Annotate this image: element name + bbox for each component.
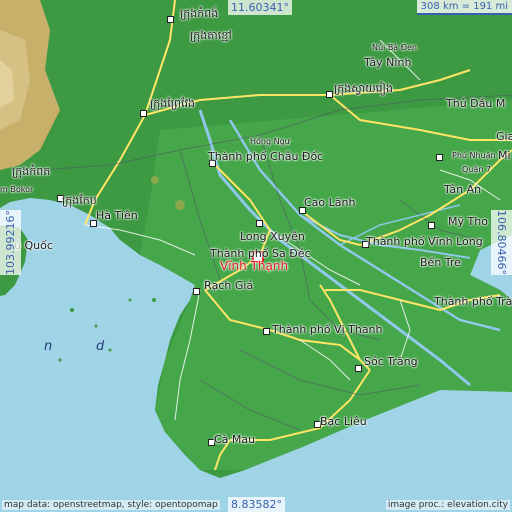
town-marker[interactable] bbox=[326, 91, 333, 98]
coord-top: 11.60341° bbox=[228, 0, 292, 15]
place-label: Bến Tre bbox=[420, 256, 461, 269]
place-label: Mỹ Tho bbox=[448, 215, 488, 228]
place-label: Thành phố Sa Đéc bbox=[210, 247, 311, 260]
place-label: m Bokor bbox=[0, 185, 34, 194]
place-label: Thành phố Vĩnh Long bbox=[366, 235, 483, 248]
highlight-label: Vĩnh Thạnh bbox=[220, 259, 289, 273]
place-label: ក្រុងស្វាយរៀង bbox=[334, 82, 393, 95]
place-label: Thành phố Vị Thanh bbox=[272, 323, 383, 336]
place-label: Long Xuyên bbox=[240, 230, 305, 243]
coord-bottom: 8.83582° bbox=[228, 497, 285, 512]
place-label: Sóc Trăng bbox=[364, 355, 418, 368]
town-marker[interactable] bbox=[428, 222, 435, 229]
place-label: Gia bbox=[496, 130, 512, 143]
place-label: Thủ Dầu M bbox=[446, 97, 506, 110]
place-label: Tây Ninh bbox=[364, 56, 412, 69]
town-marker[interactable] bbox=[256, 220, 263, 227]
sea-label: n bbox=[44, 339, 53, 354]
place-label: Hà Tiên bbox=[96, 209, 138, 222]
place-label: Thành phố Trà bbox=[434, 295, 512, 308]
place-label: Mi bbox=[498, 149, 511, 162]
scale-bar: 308 km = 191 mi bbox=[416, 0, 512, 15]
place-label: ក្រុងកំពត bbox=[12, 165, 51, 178]
place-label: Quận 7 bbox=[462, 165, 491, 174]
place-label: ក្រុងតាខ្មៅ bbox=[190, 29, 232, 42]
place-label: Cao Lãnh bbox=[304, 196, 356, 209]
town-marker[interactable] bbox=[355, 365, 362, 372]
map-canvas[interactable]: ក្រុងកំពង់ ក្រុងតាខ្មៅ ក្រុងព្រៃវែង ក្រុ… bbox=[0, 0, 512, 512]
town-marker[interactable] bbox=[167, 16, 174, 23]
credit-image-proc[interactable]: image proc.: elevation.city bbox=[385, 500, 510, 510]
place-label: Cà Mau bbox=[214, 433, 256, 446]
place-label: ក្រុងព្រៃវែង bbox=[150, 97, 195, 110]
place-label: ក្រុងកំពង់ bbox=[180, 7, 219, 20]
town-marker[interactable] bbox=[193, 288, 200, 295]
place-label: Rạch Giá bbox=[204, 279, 254, 292]
credit-map-data[interactable]: map data: openstreetmap, style: opentopo… bbox=[2, 500, 220, 510]
place-label: Thành phố Châu Đốc bbox=[208, 150, 324, 163]
place-label: Hồng Ngự bbox=[250, 137, 290, 146]
town-marker[interactable] bbox=[436, 154, 443, 161]
coord-right: 106.80466° bbox=[491, 210, 512, 275]
place-label: Phú Nhuận bbox=[452, 151, 496, 160]
town-marker[interactable] bbox=[263, 328, 270, 335]
place-label: ក្រុងកែប bbox=[62, 194, 97, 207]
sea-label: d bbox=[96, 339, 105, 354]
place-label: Bạc Liêu bbox=[320, 415, 367, 428]
coord-left: 103.99216° bbox=[0, 210, 21, 275]
place-label: Núi Bà Đen bbox=[372, 43, 417, 52]
place-label: Tân An bbox=[444, 183, 482, 196]
town-marker[interactable] bbox=[140, 110, 147, 117]
